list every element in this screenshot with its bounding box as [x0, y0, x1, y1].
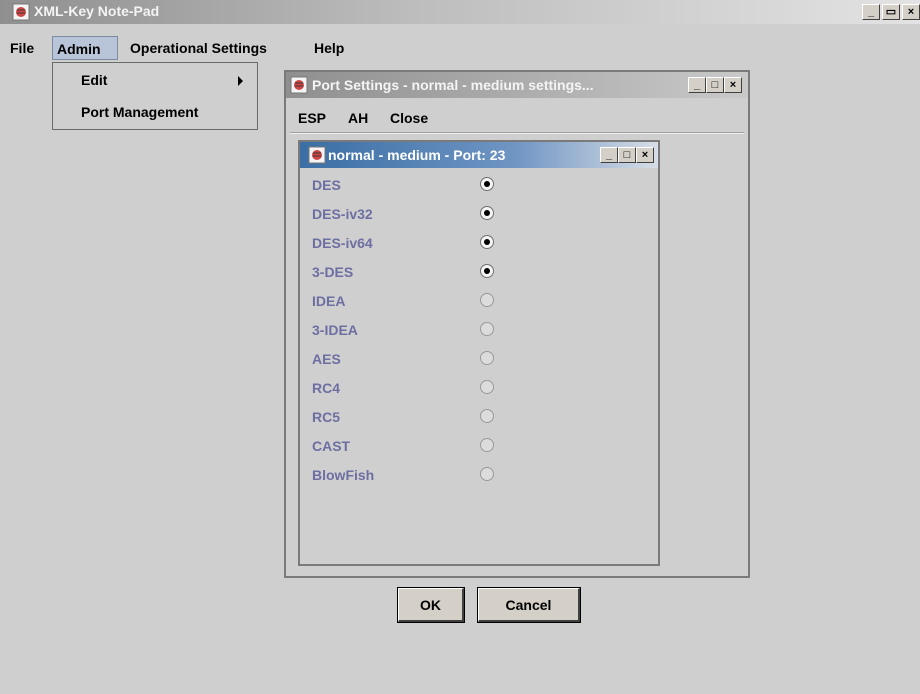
port-settings-title: Port Settings - normal - medium settings… [312, 77, 594, 93]
algorithm-radio[interactable] [480, 438, 494, 452]
algorithm-radio[interactable] [480, 351, 494, 365]
algorithm-row: BlowFish [300, 462, 658, 491]
algorithm-window-title: normal - medium - Port: 23 [328, 147, 506, 163]
inner-close-button[interactable]: × [636, 147, 654, 163]
algorithm-row: 3-DES [300, 259, 658, 288]
algorithm-label: IDEA [312, 293, 346, 309]
main-title-bar: XML-Key Note-Pad _ ▭ × [0, 0, 920, 24]
minimize-button[interactable]: _ [862, 4, 880, 20]
algorithm-row: AES [300, 346, 658, 375]
algorithm-row: DES [300, 172, 658, 201]
menu-separator [290, 132, 744, 134]
algorithm-row: IDEA [300, 288, 658, 317]
menu-admin[interactable]: Admin [52, 36, 118, 60]
algorithm-list: DES DES-iv32 DES-iv64 3-DES IDEA 3-IDEA AES RC4… [300, 168, 658, 564]
algorithm-row: DES-iv32 [300, 201, 658, 230]
menu-bar: File Admin Operational Settings Help [0, 36, 920, 60]
algorithm-label: DES-iv64 [312, 235, 373, 251]
algorithm-radio[interactable] [480, 409, 494, 423]
algorithm-row: RC4 [300, 375, 658, 404]
algorithm-row: RC5 [300, 404, 658, 433]
java-cup-icon [290, 76, 308, 94]
app-title: XML-Key Note-Pad [34, 3, 160, 19]
menu-operational-settings[interactable]: Operational Settings [126, 36, 271, 60]
algorithm-label: 3-DES [312, 264, 354, 280]
algorithm-label: AES [312, 351, 341, 367]
algorithm-label: RC5 [312, 409, 341, 425]
menu-item-port-management[interactable]: Port Management [53, 97, 257, 127]
algorithm-radio[interactable] [480, 467, 494, 481]
port-minimize-button[interactable]: _ [688, 77, 706, 93]
menu-close[interactable]: Close [390, 106, 428, 130]
submenu-arrow-icon [238, 76, 243, 86]
port-close-button[interactable]: × [724, 77, 742, 93]
algorithm-radio[interactable] [480, 206, 494, 220]
algorithm-radio[interactable] [480, 380, 494, 394]
java-cup-icon [308, 146, 326, 164]
algorithm-window-title-bar: normal - medium - Port: 23 _ □ × [300, 142, 658, 168]
algorithm-row: DES-iv64 [300, 230, 658, 259]
menu-ah[interactable]: AH [348, 106, 368, 130]
ok-button[interactable]: OK [397, 587, 465, 623]
algorithm-radio[interactable] [480, 235, 494, 249]
menu-item-edit-label: Edit [81, 72, 108, 88]
algorithm-label: 3-IDEA [312, 322, 358, 338]
inner-maximize-button[interactable]: □ [618, 147, 636, 163]
menu-help[interactable]: Help [310, 36, 348, 60]
port-menu-bar: ESP AH Close [286, 106, 748, 130]
algorithm-label: BlowFish [312, 467, 375, 483]
admin-dropdown: Edit Port Management [52, 62, 258, 130]
close-button[interactable]: × [902, 4, 920, 20]
menu-file[interactable]: File [6, 36, 38, 60]
port-maximize-button[interactable]: □ [706, 77, 724, 93]
inner-minimize-button[interactable]: _ [600, 147, 618, 163]
algorithm-label: DES-iv32 [312, 206, 373, 222]
algorithm-row: 3-IDEA [300, 317, 658, 346]
algorithm-row: CAST [300, 433, 658, 462]
algorithm-label: DES [312, 177, 341, 193]
port-settings-title-bar: Port Settings - normal - medium settings… [286, 72, 748, 98]
maximize-button[interactable]: ▭ [882, 4, 900, 20]
java-cup-icon [12, 3, 30, 21]
menu-item-edit[interactable]: Edit [53, 65, 257, 95]
algorithm-label: CAST [312, 438, 351, 454]
menu-esp[interactable]: ESP [298, 106, 326, 130]
algorithm-label: RC4 [312, 380, 341, 396]
algorithm-window: normal - medium - Port: 23 _ □ × DES DES-… [298, 140, 660, 623]
cancel-button[interactable]: Cancel [477, 587, 581, 623]
port-settings-window: Port Settings - normal - medium settings… [284, 70, 750, 623]
algorithm-radio[interactable] [480, 264, 494, 278]
algorithm-radio[interactable] [480, 322, 494, 336]
algorithm-radio[interactable] [480, 177, 494, 191]
algorithm-radio[interactable] [480, 293, 494, 307]
